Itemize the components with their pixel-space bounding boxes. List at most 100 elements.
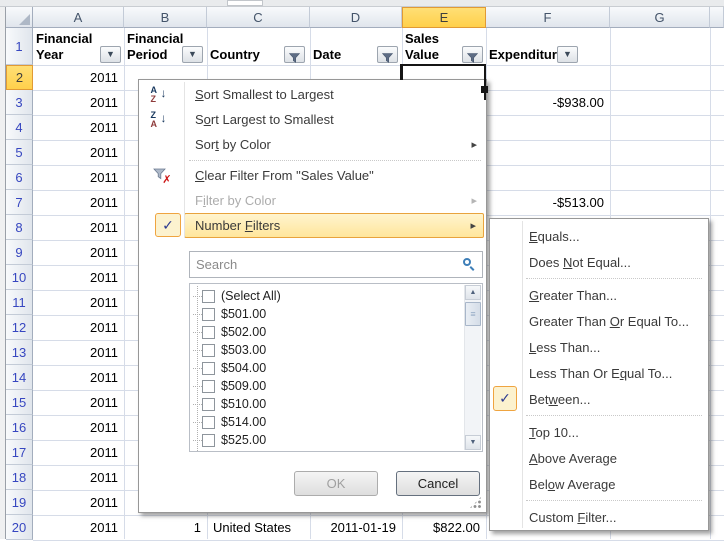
resize-grip[interactable] [469,496,482,509]
column-filter-button-c[interactable] [284,46,305,63]
cell-a20[interactable]: 2011 [33,515,124,540]
cell-a14[interactable]: 2011 [33,365,124,390]
cell-a11[interactable]: 2011 [33,290,124,315]
row-header-7[interactable]: 7 [6,190,33,215]
value-checkbox-525-00[interactable] [202,434,215,447]
column-header-b[interactable]: B [124,7,207,28]
cell-a3[interactable]: 2011 [33,90,124,115]
value-checkbox-509-00[interactable] [202,380,215,393]
row-header-8[interactable]: 8 [6,215,33,240]
row-header-12[interactable]: 12 [6,315,33,340]
cell-a15[interactable]: 2011 [33,390,124,415]
column-header-e[interactable]: E [402,7,486,28]
value-checkbox-503-00[interactable] [202,344,215,357]
column-filter-button-f[interactable]: ▼ [557,46,578,63]
menu-item-icon-zone: ✗ [139,163,184,188]
cell-a5[interactable]: 2011 [33,140,124,165]
scroll-up-button[interactable]: ▲ [465,285,481,300]
cancel-button[interactable]: Cancel [396,471,480,496]
row-header-14[interactable]: 14 [6,365,33,390]
header-cell-f1[interactable]: Expenditure [486,28,610,65]
cell-a17[interactable]: 2011 [33,440,124,465]
value-item-select-all[interactable]: (Select All) [190,287,463,305]
submenu-item-icon-zone [490,471,522,497]
row-header-15[interactable]: 15 [6,390,33,415]
scrollbar-thumb[interactable]: ≡ [465,302,481,326]
menu-item-sort-largest-to-smallest[interactable]: ZA↓Sort Largest to Smallest [139,107,486,132]
row-header-1[interactable]: 1 [6,28,33,65]
column-header-d[interactable]: D [310,7,402,28]
row-header-2[interactable]: 2 [6,65,33,90]
column-filter-button-d[interactable] [377,46,398,63]
list-scrollbar[interactable]: ▲ ≡ ▼ [464,285,481,450]
column-header-f[interactable]: F [486,7,610,28]
cell-a12[interactable]: 2011 [33,315,124,340]
value-checkbox-501-00[interactable] [202,308,215,321]
cell-a16[interactable]: 2011 [33,415,124,440]
value-checkbox-select-all[interactable] [202,290,215,303]
cell-a13[interactable]: 2011 [33,340,124,365]
cell-b20[interactable]: 1 [124,515,207,540]
value-item-504-00[interactable]: $504.00 [190,359,463,377]
row-header-5[interactable]: 5 [6,140,33,165]
cell-a6[interactable]: 2011 [33,165,124,190]
cell-a4[interactable]: 2011 [33,115,124,140]
ok-button[interactable]: OK [294,471,378,496]
value-checkbox-504-00[interactable] [202,362,215,375]
value-item-503-00[interactable]: $503.00 [190,341,463,359]
search-input[interactable] [189,251,483,278]
cell-d20[interactable]: 2011-01-19 [310,515,402,540]
column-header-a[interactable]: A [33,7,124,28]
column-header-c[interactable]: C [207,7,310,28]
value-item-510-00[interactable]: $510.00 [190,395,463,413]
value-checkbox-510-00[interactable] [202,398,215,411]
cell-a9[interactable]: 2011 [33,240,124,265]
value-item-509-00[interactable]: $509.00 [190,377,463,395]
menu-item-sort-smallest-to-largest[interactable]: AZ↓Sort Smallest to Largest [139,82,486,107]
column-filter-button-b[interactable]: ▼ [182,46,203,63]
sort-a-to-z-icon: AZ↓ [150,85,174,104]
value-item-525-00[interactable]: $525.00 [190,431,463,449]
row-header-9[interactable]: 9 [6,240,33,265]
row-header-16[interactable]: 16 [6,415,33,440]
row-header-4[interactable]: 4 [6,115,33,140]
cell-a10[interactable]: 2011 [33,265,124,290]
cell-a19[interactable]: 2011 [33,490,124,515]
cell-a18[interactable]: 2011 [33,465,124,490]
row-header-17[interactable]: 17 [6,440,33,465]
row-header-3[interactable]: 3 [6,90,33,115]
row-header-6[interactable]: 6 [6,165,33,190]
menu-item-clear-filter-from-sales-value[interactable]: ✗Clear Filter From "Sales Value" [139,163,486,188]
value-item-501-00[interactable]: $501.00 [190,305,463,323]
value-item-502-00[interactable]: $502.00 [190,323,463,341]
row-header-19[interactable]: 19 [6,490,33,515]
column-filter-button-e[interactable] [462,46,483,63]
value-checkbox-502-00[interactable] [202,326,215,339]
menu-item-label-zone: Filter by Color▸ [184,188,484,213]
row-header-20[interactable]: 20 [6,515,33,540]
menu-item-number-filters[interactable]: ✓Number Filters▸ [139,213,486,238]
column-filter-button-a[interactable]: ▼ [100,46,121,63]
row-header-18[interactable]: 18 [6,465,33,490]
cell-a2[interactable]: 2011 [33,65,124,90]
row-header-11[interactable]: 11 [6,290,33,315]
select-all-corner[interactable] [6,7,33,28]
cell-a8[interactable]: 2011 [33,215,124,240]
row-header-13[interactable]: 13 [6,340,33,365]
row-header-10[interactable]: 10 [6,265,33,290]
value-item-514-00[interactable]: $514.00 [190,413,463,431]
cell-e20[interactable]: $822.00 [402,515,486,540]
cell-a7[interactable]: 2011 [33,190,124,215]
menu-item-icon-zone [139,132,184,157]
column-header-g[interactable]: G [610,7,710,28]
menu-gutter-line [184,82,185,238]
menu-item-sort-by-color[interactable]: Sort by Color▸ [139,132,486,157]
menu-item-filter-by-color[interactable]: Filter by Color▸ [139,188,486,213]
cell-f3[interactable]: -$938.00 [486,90,610,115]
cell-f7[interactable]: -$513.00 [486,190,610,215]
value-checkbox-514-00[interactable] [202,416,215,429]
scroll-down-button[interactable]: ▼ [465,435,481,450]
checkmark-icon: ✓ [493,386,517,411]
cell-c20[interactable]: United States [207,515,310,540]
value-label: $509.00 [221,379,266,393]
